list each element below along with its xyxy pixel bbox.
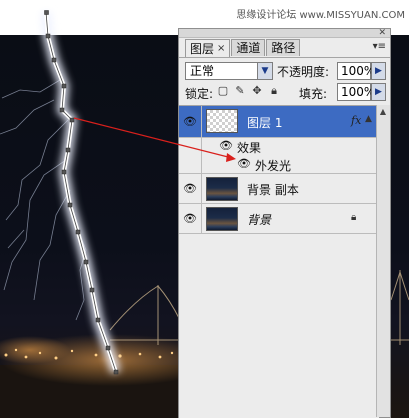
eye-icon[interactable]: 👁︎ [183,182,197,195]
effects-label: 效果 [237,141,262,155]
tab-layers-label: 图层 [190,41,215,56]
fill-label: 填充: [299,87,328,101]
tab-layers[interactable]: 图层 × [185,39,231,57]
blend-mode-select[interactable]: 正常 ▼ [185,62,273,80]
blend-mode-value: 正常 [190,64,215,78]
eye-cell [179,137,202,155]
lock-icon: 🔒︎ [351,212,357,223]
layer-name: 背景 副本 [247,183,299,197]
tab-paths[interactable]: 路径 [266,39,301,56]
layer-thumbnail [206,109,238,133]
lock-all-icon[interactable]: 🔒︎ [268,85,280,97]
eye-icon[interactable]: 👁︎ [183,212,197,225]
panel-tabs: 图层 × 通道 路径 [185,39,301,57]
lock-options: ▢ ✎ ✥ 🔒︎ [217,85,280,97]
eye-icon[interactable]: 👁︎ [237,157,251,170]
chevron-down-icon[interactable]: ▼ [257,63,272,79]
lock-move-icon[interactable]: ✥ [251,85,263,97]
outer-glow-row[interactable]: 👁︎ 外发光 [179,155,379,174]
eye-icon[interactable]: 👁︎ [183,115,197,128]
tab-channels-label: 通道 [236,41,261,55]
scroll-up-icon[interactable]: ▲ [378,107,388,119]
panel-title-bar[interactable]: ✕ [179,28,390,38]
layer-name: 图层 1 [247,116,283,130]
effects-row[interactable]: 👁︎ 效果 [179,137,379,155]
layers-list: 👁︎ 图层 1 fx ▲ 👁︎ 效果 👁︎ 外发光 👁︎ 背景 副本 👁︎ 背景… [179,105,379,418]
site-watermark: 思缘设计论坛 www.MISSYUAN.COM [236,10,405,21]
layers-scrollbar[interactable]: ▲ [376,105,390,417]
fill-field[interactable]: 100% [337,83,375,101]
layer-row-layer1[interactable]: 👁︎ 图层 1 fx ▲ [179,106,379,138]
eye-cell [179,155,202,173]
panel-menu-icon[interactable]: ▾≡ [373,41,386,52]
tab-close-icon[interactable]: × [217,41,225,57]
fx-icon[interactable]: fx [351,114,361,127]
layer-name: 背景 [247,213,272,227]
layer-thumbnail [206,207,238,231]
layers-panel: ✕ 图层 × 通道 路径 ▾≡ 正常 ▼ 不透明度: 100% ▶ 锁定: ▢ … [178,28,391,418]
tab-divider [179,57,390,58]
fill-slider-arrow-icon[interactable]: ▶ [371,83,386,101]
eye-icon[interactable]: 👁︎ [219,139,233,152]
blend-opacity-row: 正常 ▼ 不透明度: 100% ▶ [185,62,386,84]
tab-paths-label: 路径 [271,41,296,55]
layer-row-background-copy[interactable]: 👁︎ 背景 副本 [179,174,379,204]
collapse-arrow-icon[interactable]: ▲ [365,114,372,124]
opacity-slider-arrow-icon[interactable]: ▶ [371,62,386,80]
layer-thumbnail [206,177,238,201]
lock-label: 锁定: [185,87,214,101]
panel-close-icon[interactable]: ✕ [378,28,386,38]
tab-channels[interactable]: 通道 [231,39,266,56]
opacity-field[interactable]: 100% [337,62,375,80]
layer-row-background[interactable]: 👁︎ 背景 🔒︎ [179,204,379,234]
lock-transparent-icon[interactable]: ▢ [217,85,229,97]
lock-paint-icon[interactable]: ✎ [234,85,246,97]
opacity-label: 不透明度: [277,65,330,79]
outer-glow-label: 外发光 [255,159,292,173]
